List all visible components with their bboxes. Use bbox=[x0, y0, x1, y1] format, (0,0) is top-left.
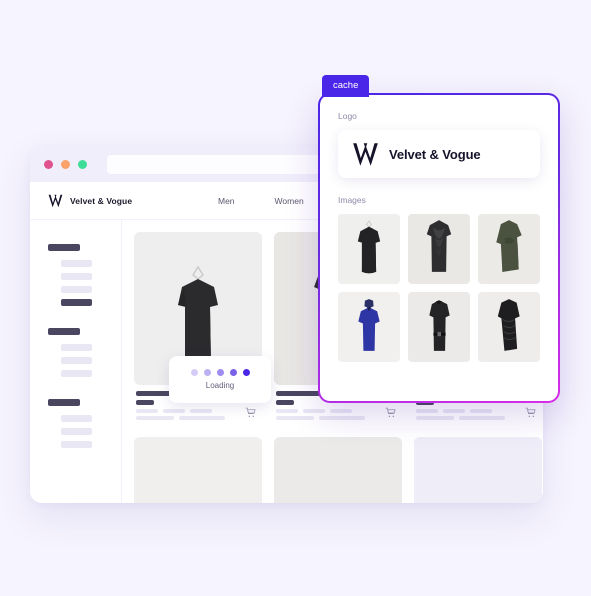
window-maximize-button[interactable] bbox=[78, 159, 87, 169]
cached-image-olive-wrap-dress[interactable] bbox=[478, 214, 540, 284]
product-desc-skeleton bbox=[319, 416, 365, 420]
loading-dot bbox=[203, 369, 211, 376]
product-image-black-sleeveless-dress bbox=[274, 437, 402, 503]
cached-image-black-ruffle-dress[interactable] bbox=[408, 214, 470, 284]
loading-dot bbox=[242, 369, 250, 376]
product-tag-skeleton bbox=[190, 409, 212, 413]
product-tag-row bbox=[136, 409, 260, 413]
product-tag-skeleton bbox=[276, 409, 298, 413]
screenshot-canvas: Velvet & Vogue Men Women Kids bbox=[0, 0, 591, 596]
sidebar-item[interactable] bbox=[61, 344, 92, 351]
cached-logo-brand-name: Velvet & Vogue bbox=[389, 146, 481, 162]
sidebar-group bbox=[48, 244, 121, 306]
sidebar-item[interactable] bbox=[61, 370, 92, 377]
loading-dot bbox=[216, 369, 224, 376]
cache-tab-label[interactable]: cache bbox=[322, 75, 370, 97]
product-tag-skeleton bbox=[303, 409, 325, 413]
product-desc-skeleton bbox=[459, 416, 505, 420]
cached-image-blue-turtleneck-dress[interactable] bbox=[338, 292, 400, 362]
w-monogram-icon bbox=[48, 194, 63, 208]
product-desc-skeleton bbox=[179, 416, 225, 420]
images-section-label: Images bbox=[338, 195, 366, 205]
logo-section-label: Logo bbox=[338, 111, 357, 121]
site-brand[interactable]: Velvet & Vogue bbox=[48, 194, 218, 208]
product-desc-skeleton bbox=[416, 416, 454, 420]
shopping-cart-icon[interactable] bbox=[385, 407, 396, 418]
product-desc-row bbox=[136, 416, 260, 420]
cached-image-black-tshirt-dress[interactable] bbox=[338, 214, 400, 284]
loading-indicator: Loading bbox=[169, 356, 271, 403]
sidebar-filters bbox=[30, 220, 122, 503]
product-row bbox=[134, 437, 543, 503]
sidebar-group bbox=[48, 399, 121, 448]
sidebar-group-heading bbox=[48, 244, 80, 251]
product-card[interactable] bbox=[274, 437, 402, 503]
product-tag-skeleton bbox=[470, 409, 492, 413]
product-tag-row bbox=[416, 409, 540, 413]
shopping-cart-icon[interactable] bbox=[525, 407, 536, 418]
loading-dots bbox=[190, 369, 250, 376]
sidebar-item[interactable] bbox=[61, 357, 92, 364]
loading-dot bbox=[229, 369, 237, 376]
window-minimize-button[interactable] bbox=[61, 159, 70, 169]
site-brand-name: Velvet & Vogue bbox=[70, 195, 133, 206]
product-card[interactable] bbox=[134, 437, 262, 503]
sidebar-item-selected[interactable] bbox=[61, 299, 92, 306]
product-card[interactable] bbox=[414, 437, 542, 503]
loading-label: Loading bbox=[205, 381, 235, 390]
product-tag-skeleton bbox=[443, 409, 465, 413]
product-image-blue-turtleneck-dress bbox=[134, 437, 262, 503]
sidebar-group-heading bbox=[48, 328, 80, 335]
product-tag-row bbox=[276, 409, 400, 413]
window-close-button[interactable] bbox=[44, 159, 53, 169]
cached-image-black-belted-dress[interactable] bbox=[408, 292, 470, 362]
product-tag-skeleton bbox=[136, 409, 158, 413]
product-tag-skeleton bbox=[163, 409, 185, 413]
product-subtitle-skeleton bbox=[276, 400, 294, 405]
product-tag-skeleton bbox=[416, 409, 438, 413]
product-desc-row bbox=[416, 416, 540, 420]
cached-image-grid bbox=[338, 214, 540, 362]
nav-item-men[interactable]: Men bbox=[218, 196, 235, 206]
sidebar-group-heading bbox=[48, 399, 80, 406]
product-subtitle-skeleton bbox=[136, 400, 154, 405]
sidebar-item[interactable] bbox=[61, 428, 92, 435]
nav-item-women[interactable]: Women bbox=[275, 196, 304, 206]
product-image-placeholder bbox=[414, 437, 542, 503]
product-desc-row bbox=[276, 416, 400, 420]
sidebar-item[interactable] bbox=[61, 273, 92, 280]
sidebar-item[interactable] bbox=[61, 441, 92, 448]
sidebar-group bbox=[48, 328, 121, 377]
product-desc-skeleton bbox=[276, 416, 314, 420]
cache-panel: Logo Velvet & Vogue Images bbox=[318, 93, 560, 403]
product-tag-skeleton bbox=[330, 409, 352, 413]
loading-dot bbox=[190, 369, 198, 376]
cached-image-black-ruched-dress[interactable] bbox=[478, 292, 540, 362]
sidebar-item[interactable] bbox=[61, 286, 92, 293]
sidebar-item[interactable] bbox=[61, 260, 92, 267]
cache-panel-content: Logo Velvet & Vogue Images bbox=[320, 95, 558, 401]
w-monogram-icon bbox=[352, 142, 379, 167]
product-desc-skeleton bbox=[136, 416, 174, 420]
shopping-cart-icon[interactable] bbox=[245, 407, 256, 418]
cached-logo-card[interactable]: Velvet & Vogue bbox=[338, 130, 540, 178]
sidebar-item[interactable] bbox=[61, 415, 92, 422]
